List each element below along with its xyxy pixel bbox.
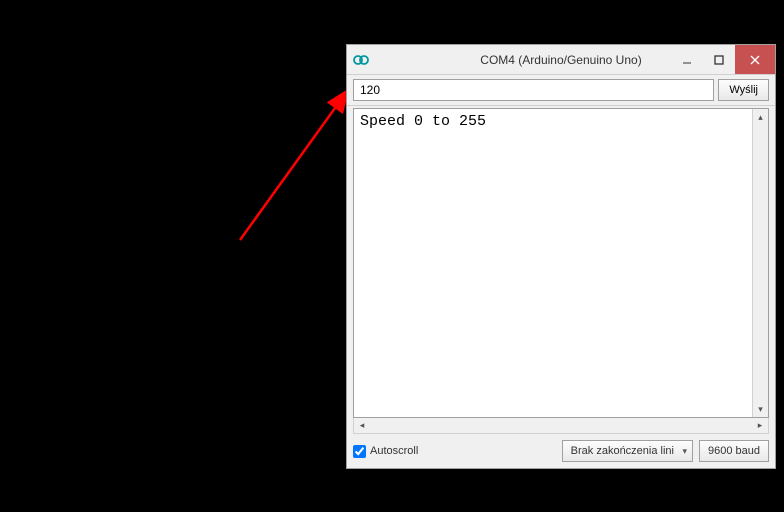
- close-button[interactable]: [735, 45, 775, 74]
- window-controls: [671, 45, 775, 74]
- minimize-button[interactable]: [671, 45, 703, 74]
- maximize-button[interactable]: [703, 45, 735, 74]
- arduino-icon: [353, 52, 369, 68]
- baud-rate-select[interactable]: 9600 baud: [699, 440, 769, 462]
- serial-output: Speed 0 to 255: [354, 109, 752, 417]
- autoscroll-input[interactable]: [353, 445, 366, 458]
- serial-monitor-window: COM4 (Arduino/Genuino Uno) Wyślij Speed …: [346, 44, 776, 469]
- baud-rate-value: 9600 baud: [708, 445, 760, 457]
- vertical-scrollbar[interactable]: ▴ ▾: [752, 109, 768, 417]
- send-button[interactable]: Wyślij: [718, 79, 769, 101]
- horizontal-scrollbar[interactable]: ◂ ▸: [353, 418, 769, 434]
- scroll-up-icon[interactable]: ▴: [753, 109, 768, 125]
- titlebar: COM4 (Arduino/Genuino Uno): [347, 45, 775, 75]
- scroll-down-icon[interactable]: ▾: [753, 401, 768, 417]
- scroll-left-icon[interactable]: ◂: [354, 418, 370, 433]
- autoscroll-label: Autoscroll: [370, 445, 418, 457]
- line-ending-select[interactable]: Brak zakończenia lini: [562, 440, 693, 462]
- input-row: Wyślij: [347, 75, 775, 106]
- output-container: Speed 0 to 255 ▴ ▾: [353, 108, 769, 418]
- scroll-right-icon[interactable]: ▸: [752, 418, 768, 433]
- footer-row: Autoscroll Brak zakończenia lini 9600 ba…: [347, 434, 775, 468]
- serial-input[interactable]: [353, 79, 714, 101]
- autoscroll-checkbox[interactable]: Autoscroll: [353, 445, 418, 458]
- line-ending-value: Brak zakończenia lini: [571, 445, 674, 457]
